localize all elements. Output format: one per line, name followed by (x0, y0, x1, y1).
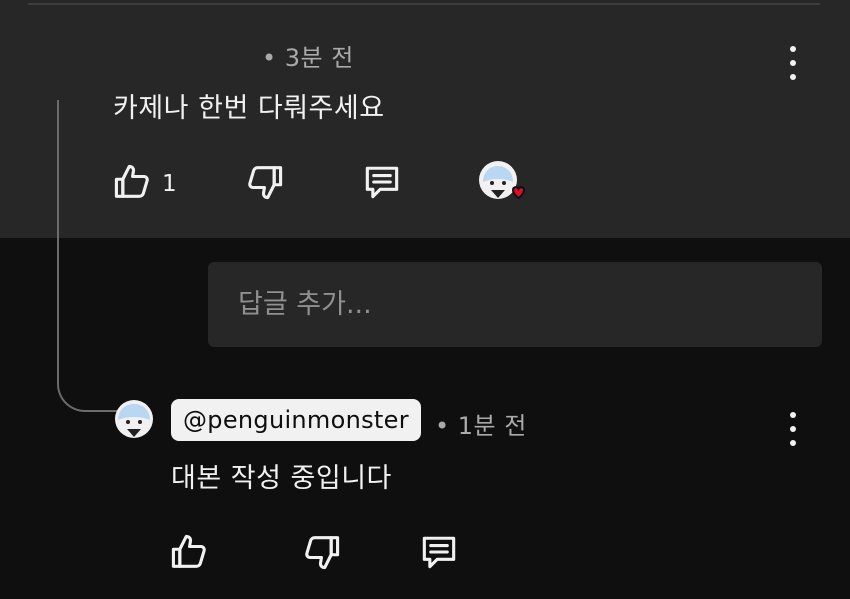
reply-button[interactable] (360, 160, 404, 208)
reply-input[interactable] (236, 288, 800, 321)
reply-button[interactable] (417, 530, 461, 578)
author-handle-chip[interactable]: @penguinmonster (171, 399, 421, 441)
reply-icon (422, 536, 456, 569)
dot (790, 60, 796, 66)
reply-input-box[interactable] (208, 262, 822, 347)
thumbs-down-icon (305, 536, 340, 570)
more-options-button[interactable] (783, 46, 803, 80)
thumbs-up-icon (171, 534, 206, 568)
reply-icon (365, 166, 399, 199)
penguin-avatar-icon (115, 400, 153, 438)
thumbs-down-icon (248, 166, 283, 200)
dot (790, 74, 796, 80)
dislike-button[interactable] (243, 160, 287, 208)
creator-heart-badge (478, 160, 532, 214)
avatar[interactable] (114, 399, 154, 443)
comment-timestamp: • 3분 전 (262, 44, 354, 72)
comment-text: 카제나 한번 다뤄주세요 (113, 93, 385, 124)
like-button[interactable] (167, 530, 211, 578)
dot (790, 426, 796, 432)
dislike-button[interactable] (300, 530, 344, 578)
more-options-button[interactable] (783, 412, 803, 446)
reply-text: 대본 작성 중입니다 (171, 463, 392, 494)
dot (790, 46, 796, 52)
dot (790, 440, 796, 446)
thread-connector-line (57, 100, 119, 412)
thumbs-up-icon (114, 164, 149, 198)
divider (28, 3, 820, 5)
dot (790, 412, 796, 418)
like-button[interactable] (110, 160, 154, 208)
creator-heart-icon (479, 161, 526, 200)
like-count: 1 (162, 171, 177, 197)
reply-timestamp: • 1분 전 (435, 412, 527, 440)
